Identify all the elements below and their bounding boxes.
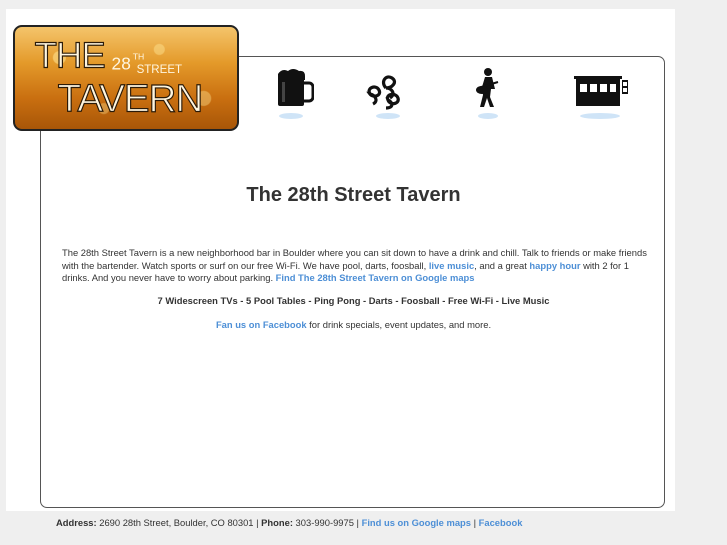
svg-text:TH: TH (133, 52, 145, 62)
live-music-link[interactable]: live music (429, 260, 474, 271)
pretzels-icon[interactable] (364, 66, 408, 122)
svg-text:STREET: STREET (137, 64, 183, 76)
fan-text: for drink specials, event updates, and m… (306, 319, 492, 330)
tavern-building-icon[interactable] (572, 66, 632, 122)
facebook-fan-line: Fan us on Facebook for drink specials, e… (40, 319, 667, 330)
svg-text:THE: THE (35, 34, 105, 75)
happy-hour-link[interactable]: happy hour (529, 260, 580, 271)
intro-text-2: , and a great (474, 259, 530, 271)
beer-mug-icon[interactable] (272, 66, 314, 122)
address-label: Address: (56, 517, 97, 528)
facebook-fan-link[interactable]: Fan us on Facebook (216, 319, 307, 330)
tavern-logo[interactable]: THE 28 TH STREET TAVERN (13, 25, 239, 131)
footer-maps-link[interactable]: Find us on Google maps (362, 517, 471, 528)
footer: Address: 2690 28th Street, Boulder, CO 8… (56, 517, 706, 528)
intro-paragraph: The 28th Street Tavern is a new neighbor… (62, 247, 647, 285)
footer-separator: | (470, 517, 479, 528)
logo-lettering: THE 28 TH STREET TAVERN (34, 34, 204, 121)
phone-value: 303-990-9975 | (292, 517, 362, 528)
svg-text:TAVERN: TAVERN (58, 78, 203, 121)
guitarist-icon[interactable] (468, 66, 508, 122)
google-maps-link[interactable]: Find The 28th Street Tavern on Google ma… (276, 272, 475, 283)
svg-text:28: 28 (112, 53, 131, 73)
amenities-list: 7 Widescreen TVs - 5 Pool Tables - Ping … (157, 295, 550, 306)
page-title: The 28th Street Tavern (246, 184, 461, 206)
footer-facebook-link[interactable]: Facebook (479, 517, 523, 528)
address-value: 2690 28th Street, Boulder, CO 80301 | (96, 517, 262, 528)
phone-label: Phone: (261, 517, 293, 528)
